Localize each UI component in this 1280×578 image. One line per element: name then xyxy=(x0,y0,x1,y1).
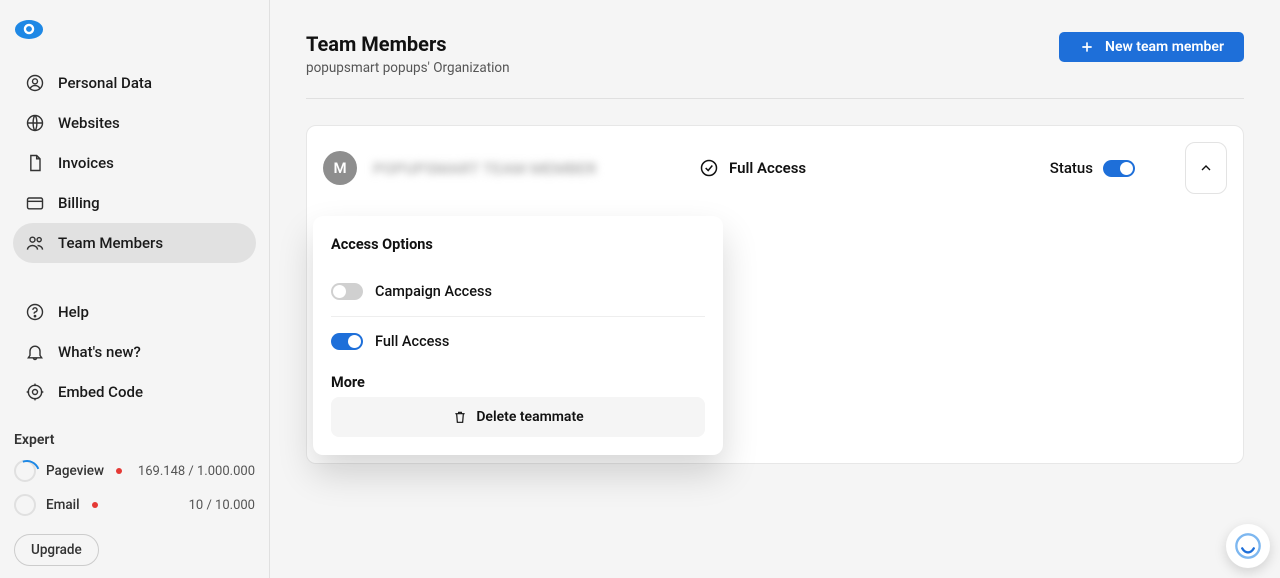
member-row: M POPUPSMART TEAM MEMBER Full Access Sta… xyxy=(307,126,1243,210)
delete-teammate-label: Delete teammate xyxy=(476,409,583,425)
target-icon xyxy=(25,382,45,402)
more-heading: More xyxy=(331,374,705,391)
sidebar-item-label: What's new? xyxy=(58,343,141,361)
sidebar-usage: Expert Pageview 169.148 / 1.000.000 Emai… xyxy=(0,420,269,566)
member-name: POPUPSMART TEAM MEMBER xyxy=(373,159,683,178)
chat-smile-icon xyxy=(1234,532,1262,560)
sidebar-item-label: Invoices xyxy=(58,154,114,172)
plus-icon xyxy=(1079,39,1095,55)
bell-icon xyxy=(25,342,45,362)
member-access-level: Full Access xyxy=(699,158,1034,178)
help-icon xyxy=(25,302,45,322)
full-access-label: Full Access xyxy=(375,333,449,350)
logo-icon xyxy=(22,22,36,36)
sidebar-item-label: Team Members xyxy=(58,234,163,252)
team-icon xyxy=(25,233,45,253)
usage-email: Email 10 / 10.000 xyxy=(14,494,255,516)
member-card: M POPUPSMART TEAM MEMBER Full Access Sta… xyxy=(306,125,1244,464)
status-label: Status xyxy=(1050,159,1093,177)
pageview-value: 169.148 / 1.000.000 xyxy=(138,464,255,479)
sidebar-item-label: Embed Code xyxy=(58,383,143,401)
email-label: Email xyxy=(46,497,80,513)
campaign-access-toggle[interactable] xyxy=(331,283,363,300)
user-circle-icon xyxy=(25,73,45,93)
page-header: Team Members popupsmart popups' Organiza… xyxy=(306,32,1244,99)
sidebar-item-label: Websites xyxy=(58,114,120,132)
sidebar-item-label: Personal Data xyxy=(58,74,152,92)
sidebar-item-embed-code[interactable]: Embed Code xyxy=(13,372,256,412)
plan-heading: Expert xyxy=(14,432,255,448)
sidebar-item-websites[interactable]: Websites xyxy=(13,103,256,143)
access-options-heading: Access Options xyxy=(331,236,705,253)
pageview-progress-icon xyxy=(14,460,36,482)
sidebar-item-personal-data[interactable]: Personal Data xyxy=(13,63,256,103)
page-title: Team Members xyxy=(306,32,510,56)
expand-member-button[interactable] xyxy=(1185,142,1227,194)
sidebar-item-label: Help xyxy=(58,303,89,321)
upgrade-button[interactable]: Upgrade xyxy=(14,534,99,566)
delete-teammate-button[interactable]: Delete teammate xyxy=(331,397,705,437)
chevron-up-icon xyxy=(1198,160,1214,176)
trash-icon xyxy=(452,409,468,425)
usage-pageview: Pageview 169.148 / 1.000.000 xyxy=(14,460,255,482)
app-logo[interactable] xyxy=(15,20,43,39)
member-status: Status xyxy=(1050,159,1135,177)
nav-main: Personal Data Websites Invoices Billing … xyxy=(0,55,269,271)
avatar: M xyxy=(323,151,357,185)
main-content: Team Members popupsmart popups' Organiza… xyxy=(270,0,1280,578)
file-icon xyxy=(25,153,45,173)
status-toggle[interactable] xyxy=(1103,160,1135,177)
access-level-text: Full Access xyxy=(729,159,806,177)
full-access-toggle[interactable] xyxy=(331,333,363,350)
email-progress-icon xyxy=(14,494,36,516)
sidebar: Personal Data Websites Invoices Billing … xyxy=(0,0,270,578)
alert-dot-icon xyxy=(92,502,98,508)
globe-icon xyxy=(25,113,45,133)
new-team-member-button[interactable]: New team member xyxy=(1059,32,1244,62)
nav-footer: Help What's new? Embed Code xyxy=(0,284,269,420)
sidebar-item-billing[interactable]: Billing xyxy=(13,183,256,223)
full-access-row: Full Access xyxy=(331,323,705,360)
credit-card-icon xyxy=(25,193,45,213)
sidebar-item-whats-new[interactable]: What's new? xyxy=(13,332,256,372)
alert-dot-icon xyxy=(116,468,122,474)
sidebar-item-team-members[interactable]: Team Members xyxy=(13,223,256,263)
sidebar-item-label: Billing xyxy=(58,194,100,212)
new-member-button-label: New team member xyxy=(1105,39,1224,55)
campaign-access-row: Campaign Access xyxy=(331,273,705,310)
sidebar-item-invoices[interactable]: Invoices xyxy=(13,143,256,183)
divider xyxy=(331,316,705,317)
access-options-panel: Access Options Campaign Access Full Acce… xyxy=(313,216,723,455)
pageview-label: Pageview xyxy=(46,463,104,479)
chat-widget-button[interactable] xyxy=(1226,524,1270,568)
campaign-access-label: Campaign Access xyxy=(375,283,492,300)
sidebar-item-help[interactable]: Help xyxy=(13,292,256,332)
email-value: 10 / 10.000 xyxy=(189,498,255,513)
page-subtitle: popupsmart popups' Organization xyxy=(306,60,510,76)
check-circle-icon xyxy=(699,158,719,178)
